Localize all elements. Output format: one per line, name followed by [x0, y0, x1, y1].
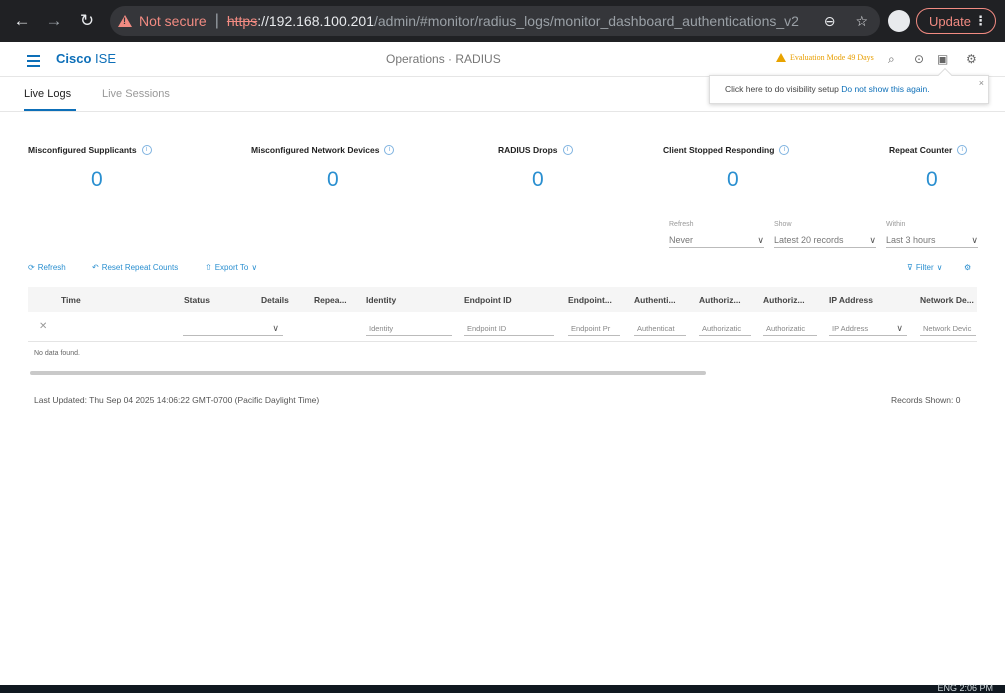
network-device-filter-input[interactable]: Network Devic: [920, 320, 976, 336]
info-icon[interactable]: i: [384, 145, 395, 155]
brand-logo[interactable]: Cisco ISE: [56, 51, 116, 66]
chevron-down-icon: ∨: [869, 234, 876, 245]
menu-kebab-icon[interactable]: ⋮: [974, 13, 987, 29]
column-header-time[interactable]: Time: [61, 295, 81, 305]
column-header-repeat[interactable]: Repea...: [314, 295, 347, 305]
export-icon: ⇧: [205, 263, 212, 272]
stat-label-repeat-counter: Repeat Counter i: [889, 145, 968, 155]
stat-value-client-stopped-responding[interactable]: 0: [727, 168, 739, 192]
refresh-button[interactable]: ⟳ Refresh: [28, 263, 66, 272]
column-header-identity[interactable]: Identity: [366, 295, 396, 305]
clear-filters-icon[interactable]: ✕: [39, 321, 47, 332]
reset-icon: ↶: [92, 263, 99, 272]
stat-value-radius-drops[interactable]: 0: [532, 168, 544, 192]
dashboard-icon[interactable]: ▣: [937, 52, 948, 66]
chevron-down-icon: ∨: [757, 234, 764, 245]
address-bar[interactable]: Not secure | https://192.168.100.201/adm…: [110, 6, 880, 36]
chevron-down-icon: ∨: [971, 234, 978, 245]
chevron-down-icon: ∨: [896, 323, 903, 333]
column-header-ip-address[interactable]: IP Address: [829, 295, 873, 305]
chevron-down-icon: ∨: [936, 263, 943, 272]
active-tab-indicator: [24, 109, 76, 111]
system-tray-clock[interactable]: ENG 2:06 PM: [937, 683, 993, 693]
status-filter-select[interactable]: ∨: [183, 320, 283, 336]
column-header-details[interactable]: Details: [261, 295, 289, 305]
warning-triangle-icon: [776, 53, 786, 62]
info-icon[interactable]: i: [779, 145, 790, 155]
bookmark-star-icon[interactable]: ☆: [855, 13, 868, 30]
horizontal-scrollbar[interactable]: [30, 371, 706, 375]
refresh-select-label: Refresh: [669, 221, 694, 228]
back-arrow-icon[interactable]: ←: [10, 0, 34, 42]
tab-live-logs[interactable]: Live Logs: [24, 88, 71, 100]
update-button[interactable]: Update ⋮: [916, 8, 996, 34]
column-header-authorization-1[interactable]: Authoriz...: [699, 295, 741, 305]
search-icon[interactable]: ⌕: [888, 52, 895, 67]
os-taskbar: ENG 2:06 PM: [0, 683, 1005, 693]
within-select-label: Within: [886, 221, 906, 228]
last-updated-text: Last Updated: Thu Sep 04 2025 14:06:22 G…: [34, 395, 320, 405]
reset-repeat-counts-button[interactable]: ↶ Reset Repeat Counts: [92, 263, 178, 272]
warning-icon: [118, 15, 132, 27]
filter-funnel-icon: ⊽: [907, 263, 913, 272]
chevron-down-icon: ∨: [272, 323, 279, 333]
update-label: Update: [929, 13, 971, 29]
stat-value-repeat-counter[interactable]: 0: [926, 168, 938, 192]
identity-filter-input[interactable]: Identity: [366, 320, 452, 336]
records-shown-text: Records Shown: 0: [891, 395, 961, 405]
tab-live-sessions[interactable]: Live Sessions: [102, 88, 170, 100]
show-select[interactable]: Latest 20 records ∨: [774, 233, 876, 248]
within-select[interactable]: Last 3 hours ∨: [886, 233, 978, 248]
filter-button[interactable]: ⊽ Filter ∨: [907, 263, 943, 272]
endpoint-id-filter-input[interactable]: Endpoint ID: [464, 320, 554, 336]
page-title: Operations · RADIUS: [386, 52, 501, 66]
table-settings-button[interactable]: ⚙: [964, 263, 971, 272]
column-header-authorization-2[interactable]: Authoriz...: [763, 295, 805, 305]
authorization-2-filter-input[interactable]: Authorizatic: [763, 320, 817, 336]
evaluation-mode-banner[interactable]: Evaluation Mode 49 Days: [776, 53, 874, 62]
no-data-message: No data found.: [34, 350, 80, 357]
authorization-1-filter-input[interactable]: Authorizatic: [699, 320, 751, 336]
stat-label-misconfigured-supplicants: Misconfigured Supplicants i: [28, 145, 152, 155]
stat-value-misconfigured-network-devices[interactable]: 0: [327, 168, 339, 192]
info-icon[interactable]: i: [562, 145, 573, 155]
tab-bar: Live Logs Live Sessions: [0, 78, 1005, 112]
forward-arrow-icon[interactable]: →: [42, 0, 66, 42]
info-icon[interactable]: i: [957, 145, 968, 155]
column-header-status[interactable]: Status: [184, 295, 210, 305]
column-header-network-device[interactable]: Network De...: [920, 295, 974, 305]
info-icon[interactable]: i: [141, 145, 152, 155]
hamburger-menu-icon[interactable]: [27, 55, 40, 70]
zoom-icon[interactable]: ⊖: [824, 13, 836, 30]
ip-address-filter-select[interactable]: IP Address ∨: [829, 320, 907, 336]
refresh-select[interactable]: Never ∨: [669, 233, 764, 248]
help-icon[interactable]: ⊙: [914, 52, 924, 66]
settings-gear-icon: ⚙: [964, 263, 972, 272]
address-separator: |: [214, 12, 219, 29]
url-text[interactable]: https://192.168.100.201/admin/#monitor/r…: [227, 13, 799, 29]
stat-label-misconfigured-network-devices: Misconfigured Network Devices i: [251, 145, 395, 155]
authentication-filter-input[interactable]: Authenticat: [634, 320, 686, 336]
chevron-down-icon: ∨: [251, 263, 258, 272]
column-header-endpoint-id[interactable]: Endpoint ID: [464, 295, 512, 305]
settings-gear-icon[interactable]: ⚙: [966, 52, 977, 66]
refresh-icon: ⟳: [28, 263, 35, 272]
column-header-authentication[interactable]: Authenti...: [634, 295, 676, 305]
show-select-label: Show: [774, 221, 792, 228]
not-secure-label[interactable]: Not secure: [139, 13, 207, 29]
browser-toolbar: ← → ↻ Not secure | https://192.168.100.2…: [0, 0, 1005, 42]
profile-avatar-icon[interactable]: [888, 10, 910, 32]
stat-label-radius-drops: RADIUS Drops i: [498, 145, 573, 155]
stat-value-misconfigured-supplicants[interactable]: 0: [91, 168, 103, 192]
ise-header: Cisco ISE Operations · RADIUS Evaluation…: [0, 42, 1005, 77]
column-header-endpoint-profile[interactable]: Endpoint...: [568, 295, 612, 305]
reload-icon[interactable]: ↻: [75, 0, 99, 42]
stat-label-client-stopped-responding: Client Stopped Responding i: [663, 145, 790, 155]
endpoint-profile-filter-input[interactable]: Endpoint Pr: [568, 320, 620, 336]
export-to-button[interactable]: ⇧ Export To ∨: [205, 263, 257, 272]
